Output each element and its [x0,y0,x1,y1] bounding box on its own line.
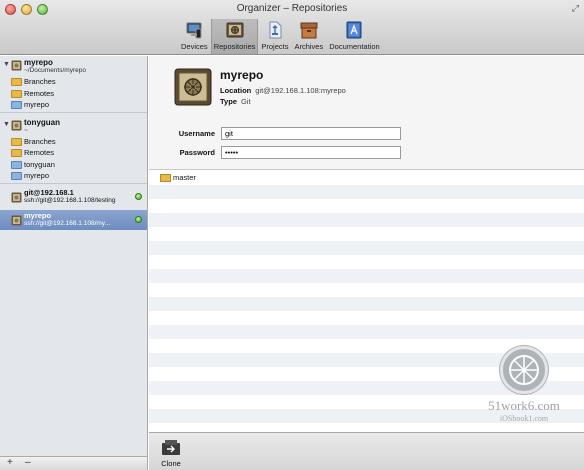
sidebar-item-remotes[interactable]: Remotes [0,88,147,100]
status-online-icon [135,215,142,223]
repository-info-panel: myrepo Location git@192.168.1.108:myrepo … [149,56,584,170]
username-field[interactable] [221,127,401,140]
remote-url: ssh://git@192.168.1.108/testing [24,196,116,204]
remove-repository-button[interactable]: – [25,457,31,468]
watermark-logo-icon [500,346,548,394]
sidebar-item-remotes[interactable]: Remotes [0,147,147,159]
remote-url: ssh://git@192.168.1.108/my... [24,219,110,227]
toolbar-repositories[interactable]: Repositories [210,19,259,54]
branch-name: master [173,173,196,182]
vault-icon [11,60,22,71]
disclosure-triangle-icon[interactable]: ▼ [3,121,10,128]
bottom-bar: Clone [149,432,584,470]
location-label: Location [220,86,252,95]
sidebar-item-remote-tonyguan[interactable]: tonyguan [0,159,147,171]
repo-myrepo[interactable]: ▼ myrepo ~/Documents/myrepo [0,56,147,76]
repo-name: myrepo [24,58,53,67]
toolbar-documentation[interactable]: Documentation [326,19,382,54]
username-label: Username [178,129,215,138]
sidebar-item-label: tonyguan [24,159,55,169]
remote-name: myrepo [24,210,52,220]
password-field[interactable]: ••••• [221,146,401,159]
folder-icon [11,137,22,146]
fullscreen-icon[interactable]: ⤢ [572,3,579,14]
sidebar-item-label: Branches [24,136,56,146]
devices-icon [186,22,202,39]
sidebar-item-label: myrepo [24,171,50,180]
toolbar-devices-label: Devices [181,42,208,51]
sidebar-item-label: myrepo [24,100,50,109]
clone-button[interactable]: Clone [161,439,181,468]
window-toolbar: Organizer – Repositories ⤢ Devices Repos… [0,0,584,55]
type-value: Git [240,97,251,106]
toolbar-items: Devices Repositories Projects Archives D… [178,19,383,54]
vault-icon [226,22,244,38]
sidebar-item-remote-myrepo[interactable]: myrepo [0,99,147,111]
folder-icon [11,78,22,86]
repo-tonyguan[interactable]: ▼ tonyguan ~ [0,116,147,136]
type-label: Type [220,97,237,106]
folder-icon [11,89,22,98]
location-value: git@192.168.1.108:myrepo [255,86,346,95]
clone-label: Clone [161,459,181,468]
remote-repo-testing[interactable]: git@192.168.1 ssh://git@192.168.1.108/te… [0,187,147,207]
repo-path: ~/Documents/myrepo [24,67,86,74]
folder-icon [11,149,22,157]
toolbar-archives-label: Archives [294,42,324,51]
toolbar-documentation-label: Documentation [329,42,380,51]
archives-icon [300,22,318,39]
sidebar-item-label: Branches [24,77,56,86]
sidebar-item-branches[interactable]: Branches [0,136,147,148]
documentation-icon [346,21,362,39]
vault-icon [11,120,22,130]
vault-icon [11,192,22,202]
sidebar-item-remote-myrepo[interactable]: myrepo [0,170,147,182]
status-online-icon [135,192,142,200]
vault-icon [174,68,212,106]
divider [0,111,147,113]
watermark-text: 51work6.com [488,398,560,413]
toolbar-repositories-label: Repositories [213,42,256,51]
remote-repo-myrepo[interactable]: myrepo ssh://git@192.168.1.108/my... [0,209,147,230]
repo-path: ~ [24,126,28,134]
watermark: 51work6.com iOSbook1.com [469,346,579,423]
folder-icon [160,174,171,182]
folder-icon [11,101,22,109]
toolbar-devices[interactable]: Devices [178,19,211,54]
sidebar-item-label: Remotes [24,148,55,157]
password-label: Password [179,148,215,157]
vault-icon [11,215,22,225]
sidebar-footer: + – [0,456,148,470]
divider [0,182,147,184]
disclosure-triangle-icon[interactable]: ▼ [3,61,10,68]
repository-name: myrepo [220,68,264,82]
window-title: Organizer – Repositories [236,3,348,14]
watermark-subtext: iOSbook1.com [499,414,549,423]
sidebar-item-label: Remotes [24,88,55,98]
add-repository-button[interactable]: + [7,457,13,468]
folder-icon [11,160,22,169]
clone-icon [162,440,180,455]
branch-row-master[interactable]: master [149,171,196,185]
sidebar-item-branches[interactable]: Branches [0,76,147,88]
repo-name: tonyguan [24,117,60,127]
toolbar-projects-label: Projects [261,42,289,51]
toolbar-archives[interactable]: Archives [291,19,326,54]
type-row: Type Git [220,97,251,106]
toolbar-projects[interactable]: Projects [258,19,291,54]
remote-name: git@192.168.1 [24,187,74,197]
location-row: Location git@192.168.1.108:myrepo [220,86,346,95]
repository-detail: myrepo Location git@192.168.1.108:myrepo … [149,56,584,470]
repositories-sidebar: ▼ myrepo ~/Documents/myrepo Branches Rem… [0,56,148,456]
projects-icon [269,21,282,39]
folder-icon [11,172,22,180]
